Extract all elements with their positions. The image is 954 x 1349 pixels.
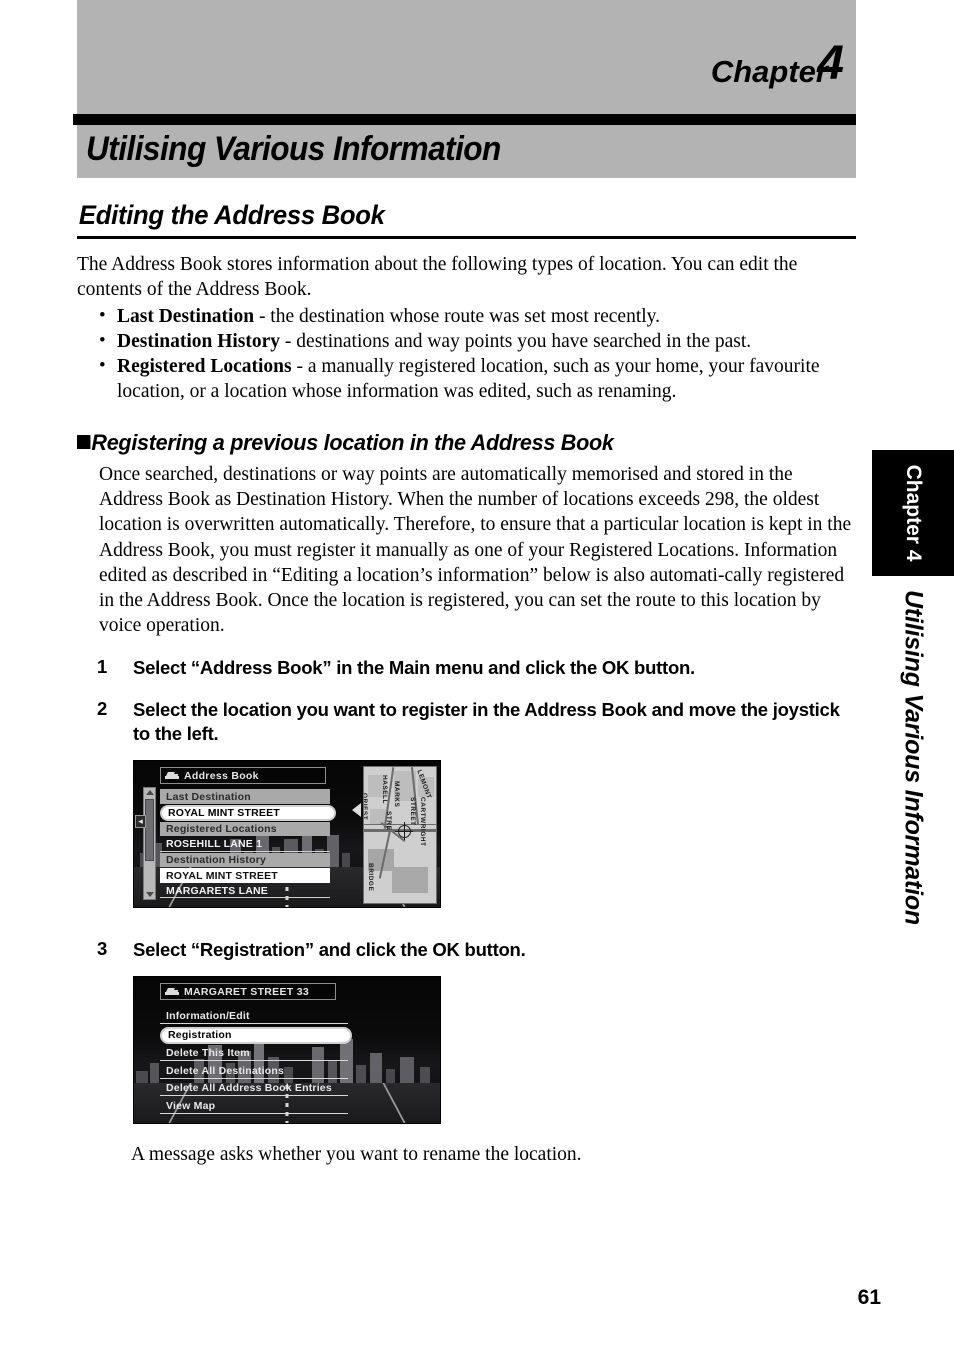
step-1: 1 Select “Address Book” in the Main menu… xyxy=(77,656,856,680)
list-item: • Registered Locations - a manually regis… xyxy=(77,354,856,404)
step-2: 2 Select the location you want to regist… xyxy=(77,698,856,746)
square-bullet-icon xyxy=(77,435,91,449)
section-title-rule xyxy=(77,236,856,239)
bullet-icon: • xyxy=(99,305,106,326)
list-item[interactable]: ROYAL MINT STREET xyxy=(160,868,330,883)
menu-item-delete-this-item[interactable]: Delete This Item xyxy=(160,1046,348,1062)
bullet-text: - the destination whose route was set mo… xyxy=(254,306,661,327)
map-preview-panel[interactable]: MARKS STREET CARTWRIGHT LEMONT HASELL ST… xyxy=(363,766,437,905)
screen-title-label: Address Book xyxy=(184,769,259,782)
list-item[interactable]: MARGARETS LANE xyxy=(160,884,330,899)
bullet-term: Last Destination xyxy=(117,306,255,327)
list-group-header: Registered Locations xyxy=(160,821,330,837)
left-joystick-cursor-icon[interactable]: ◂ xyxy=(135,815,146,829)
address-book-icon xyxy=(165,771,179,781)
section-intro-paragraph: The Address Book stores information abou… xyxy=(77,254,798,300)
step-text: Select the location you want to register… xyxy=(133,699,840,745)
screen-title-label: MARGARET STREET 33 xyxy=(184,985,309,998)
list-item: • Destination History - destinations and … xyxy=(77,329,856,354)
bullet-term: Destination History xyxy=(117,331,281,352)
screen-titlebar: MARGARET STREET 33 xyxy=(160,983,336,1001)
list-item[interactable]: ROSEHILL LANE 1 xyxy=(160,837,330,852)
list-item-selected[interactable]: ROYAL MINT STREET xyxy=(160,804,336,821)
step-number: 3 xyxy=(97,938,108,960)
subsection-title: Registering a previous location in the A… xyxy=(77,430,825,456)
screenshot-registration-menu: MARGARET STREET 33 Information/Edit Regi… xyxy=(133,976,441,1125)
list-group-header: Last Destination xyxy=(160,789,330,804)
bullet-icon: • xyxy=(99,355,106,376)
chapter-number: 4 xyxy=(817,37,844,90)
screen-titlebar: Address Book xyxy=(160,767,326,785)
page-number: 61 xyxy=(857,1286,881,1309)
subsection-title-text: Registering a previous location in the A… xyxy=(91,430,614,455)
side-tab-chapter-label: Chapter 4 xyxy=(902,464,925,562)
map-pointer-arrow-icon xyxy=(352,803,361,818)
step-3: 3 Select “Registration” and click the OK… xyxy=(77,938,856,962)
page-content: Editing the Address Book The Address Boo… xyxy=(77,200,856,1167)
list-item: • Last Destination - the destination whos… xyxy=(77,304,856,329)
chapter-divider-rule xyxy=(73,114,856,125)
menu-item-information-edit[interactable]: Information/Edit xyxy=(160,1009,348,1025)
menu-item-delete-all-destinations[interactable]: Delete All Destinations xyxy=(160,1064,348,1079)
scroll-up-arrow-icon[interactable] xyxy=(146,790,154,796)
address-book-list: Last Destination ROYAL MINT STREET Regis… xyxy=(160,789,336,899)
menu-item-registration-selected[interactable]: Registration xyxy=(160,1026,352,1044)
list-group-header: Destination History xyxy=(160,852,330,868)
screenshot-address-book: Address Book ◂ Last Destination ROYAL MI… xyxy=(133,760,441,909)
section-title: Editing the Address Book xyxy=(78,200,385,230)
bullet-text: - destinations and way points you have s… xyxy=(280,331,752,352)
side-tab-title: Utilising Various Information xyxy=(872,590,954,970)
result-note: A message asks whether you want to renam… xyxy=(131,1144,582,1166)
subsection-paragraph: Once searched, destinations or way point… xyxy=(99,464,852,637)
step-text: Select “Registration” and click the OK b… xyxy=(133,939,526,961)
step-number: 1 xyxy=(97,656,108,678)
side-tab-chapter: Chapter 4 xyxy=(872,450,954,576)
side-tab-title-label: Utilising Various Information xyxy=(899,590,928,925)
menu-item-delete-all-entries[interactable]: Delete All Address Book Entries xyxy=(160,1081,348,1097)
screen-scrollbar[interactable] xyxy=(143,787,156,901)
step-text: Select “Address Book” in the Main menu a… xyxy=(133,657,695,679)
registration-menu-list: Information/Edit Registration Delete Thi… xyxy=(160,1009,352,1116)
menu-item-view-map[interactable]: View Map xyxy=(160,1099,348,1114)
location-types-list: • Last Destination - the destination whos… xyxy=(77,304,856,404)
bullet-term: Registered Locations xyxy=(117,356,292,377)
step-number: 2 xyxy=(97,698,108,720)
map-crosshair-icon xyxy=(395,822,413,841)
scroll-down-arrow-icon[interactable] xyxy=(146,892,154,898)
chapter-title: Utilising Various Information xyxy=(86,130,501,168)
scrollbar-thumb[interactable] xyxy=(145,799,154,862)
bullet-icon: • xyxy=(99,330,106,351)
chapter-label: Chapter xyxy=(710,54,828,89)
address-book-icon xyxy=(165,987,179,997)
